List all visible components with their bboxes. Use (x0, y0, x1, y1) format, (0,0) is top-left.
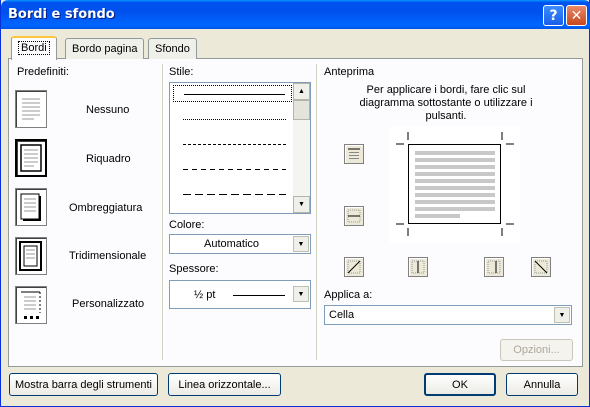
border-3d-icon[interactable] (15, 237, 47, 275)
tab-label: Sfondo (155, 43, 190, 55)
width-select[interactable]: ½ pt ▼ (169, 280, 311, 309)
border-middle-horizontal-icon[interactable] (344, 206, 364, 226)
title-bar[interactable]: Bordi e sfondo ? ✕ (1, 0, 590, 29)
divider (162, 64, 164, 360)
style-label: Stile: (169, 66, 194, 78)
presets-heading: Predefiniti: (17, 66, 69, 78)
line-style-scrollbar[interactable]: ▲ ▼ (293, 83, 310, 213)
options-button-label: Opzioni... (513, 344, 560, 356)
help-icon: ? (549, 7, 558, 24)
width-label: Spessore: (169, 263, 219, 275)
tab-bordo-pagina[interactable]: Bordo pagina (65, 38, 145, 59)
preset-label-riquadro[interactable]: Riquadro (86, 153, 131, 165)
line-style-solid[interactable] (173, 85, 292, 102)
border-left-icon[interactable] (408, 257, 428, 277)
chevron-down-icon[interactable]: ▼ (293, 286, 309, 302)
preview-heading: Anteprima (324, 66, 375, 78)
apply-to-value: Cella (329, 309, 355, 321)
border-diagonal-down-icon[interactable] (531, 257, 551, 277)
line-style-dash-long[interactable] (173, 186, 292, 203)
tab-bordi[interactable]: Bordi (11, 36, 57, 60)
color-value: Automatico (204, 238, 260, 250)
dialog-window: Bordi e sfondo ? ✕ Bordi Bordo pagina Sf… (0, 0, 590, 407)
triangle-up-icon: ▲ (298, 88, 305, 95)
preset-label-tridimensionale[interactable]: Tridimensionale (69, 250, 146, 262)
preview-cell (408, 144, 501, 224)
border-preview[interactable] (390, 126, 520, 243)
horizontal-line-button[interactable]: Linea orizzontale... (168, 373, 281, 396)
border-shadow-icon[interactable] (15, 188, 47, 226)
border-none-icon[interactable] (15, 90, 47, 128)
cancel-button[interactable]: Annulla (506, 373, 578, 396)
preset-label-ombreggiatura[interactable]: Ombreggiatura (69, 202, 142, 214)
line-style-dashed-small[interactable] (173, 136, 292, 153)
line-style-dotted[interactable] (173, 111, 292, 128)
chevron-down-icon[interactable]: ▼ (293, 236, 309, 252)
window-title: Bordi e sfondo (8, 7, 115, 22)
close-button[interactable]: ✕ (566, 5, 587, 26)
chevron-down-icon[interactable]: ▼ (554, 307, 570, 323)
line-style-dashed[interactable] (173, 161, 292, 178)
color-select[interactable]: Automatico ▼ (169, 234, 311, 254)
tab-label: Bordi (18, 41, 50, 55)
scroll-thumb[interactable] (293, 100, 310, 120)
border-right-icon[interactable] (484, 257, 504, 277)
border-top-icon[interactable] (344, 144, 364, 164)
ok-label: OK (452, 378, 468, 391)
horizontal-line-label: Linea orizzontale... (178, 378, 271, 391)
border-box-icon[interactable] (15, 139, 47, 177)
tab-label: Bordo pagina (72, 43, 138, 55)
line-style-list[interactable]: ▲ ▼ (169, 82, 311, 214)
apply-to-select[interactable]: Cella ▼ (324, 305, 572, 325)
triangle-down-icon: ▼ (298, 201, 305, 208)
color-label: Colore: (169, 219, 205, 231)
options-button[interactable]: Opzioni... (500, 339, 573, 361)
border-diagonal-up-icon[interactable] (344, 257, 364, 277)
close-icon: ✕ (570, 7, 583, 24)
preset-label-nessuno[interactable]: Nessuno (86, 104, 129, 116)
apply-to-label: Applica a: (324, 289, 373, 301)
width-sample-line (233, 295, 285, 296)
preview-instructions: Per applicare i bordi, fare clic sul dia… (359, 84, 533, 122)
border-custom-icon[interactable] (15, 286, 47, 324)
scroll-up-button[interactable]: ▲ (293, 83, 310, 100)
help-button[interactable]: ? (543, 5, 564, 26)
show-toolbar-label: Mostra barra degli strumenti (15, 378, 152, 391)
preset-label-personalizzato[interactable]: Personalizzato (72, 298, 144, 310)
scroll-down-button[interactable]: ▼ (293, 196, 310, 213)
show-toolbar-button[interactable]: Mostra barra degli strumenti (9, 373, 158, 396)
ok-button[interactable]: OK (424, 373, 496, 396)
divider (316, 64, 318, 360)
cancel-label: Annulla (523, 378, 561, 391)
width-value: ½ pt (194, 289, 216, 301)
tab-sfondo[interactable]: Sfondo (148, 38, 197, 59)
